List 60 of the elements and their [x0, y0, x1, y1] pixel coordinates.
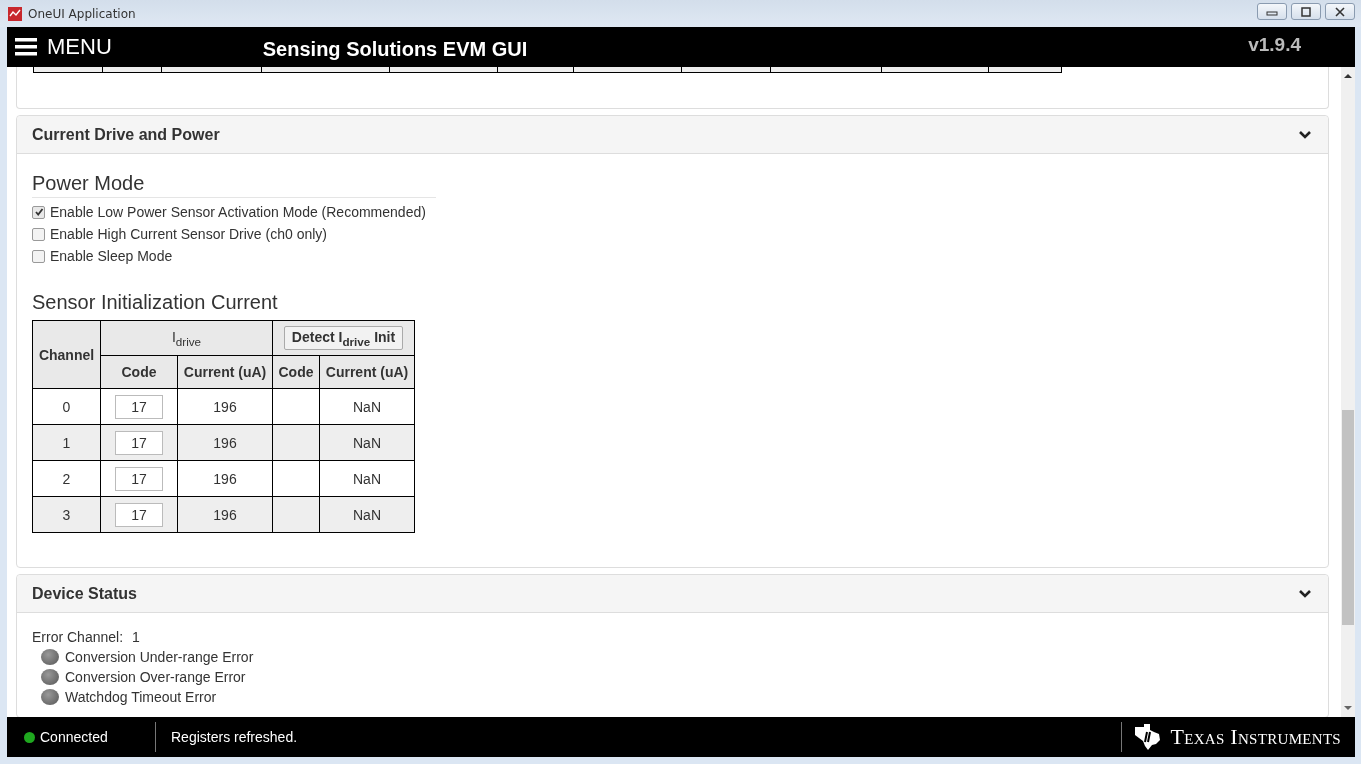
column-header: Current (uA)	[319, 355, 415, 389]
table-cell: 0	[32, 388, 101, 425]
table-cell: 3	[32, 496, 101, 533]
column-header: Current (uA)	[177, 355, 273, 389]
menu-icon	[15, 38, 37, 56]
checkbox[interactable]	[32, 227, 45, 241]
scroll-down-icon[interactable]	[1344, 705, 1352, 711]
status-label: Conversion Under-range Error	[65, 649, 254, 665]
checkbox-label: Enable Low Power Sensor Activation Mode (Recommended)	[50, 204, 426, 220]
version-label: v1.9.4	[1248, 34, 1301, 56]
error-channel-value: 1	[132, 629, 140, 645]
checkbox[interactable]	[32, 205, 45, 219]
code-input[interactable]: 17	[115, 502, 163, 527]
section-heading: Sensor Initialization Current	[32, 291, 279, 314]
column-header: I$_{drive}$	[100, 320, 273, 356]
panel-header[interactable]: Current Drive and Power	[17, 116, 1328, 154]
table-cell: 1	[32, 424, 101, 461]
company-logo-text: Texas Instruments	[1170, 724, 1341, 750]
connection-label: Connected	[40, 729, 108, 745]
code-input[interactable]: 17	[115, 394, 163, 419]
minimize-button[interactable]	[1257, 3, 1287, 20]
table-cell: NaN	[319, 460, 415, 497]
app-title: Sensing Solutions EVM GUI	[262, 38, 528, 61]
state-outline-icon	[1132, 723, 1163, 751]
error-channel-label: Error Channel:	[32, 629, 124, 645]
checkbox[interactable]	[32, 249, 45, 263]
table-cell: NaN	[319, 424, 415, 461]
table-cell: 196	[177, 460, 273, 497]
section-heading: Power Mode	[32, 172, 436, 198]
restore-button[interactable]	[1291, 3, 1321, 20]
column-header: Code	[272, 355, 320, 389]
menu-button[interactable]: MENU	[7, 34, 112, 60]
panel-header[interactable]: Device Status	[17, 575, 1328, 613]
column-header: Code	[100, 355, 178, 389]
table-cell: 2	[32, 460, 101, 497]
code-input[interactable]: 17	[115, 466, 163, 491]
checkbox-label: Enable High Current Sensor Drive (ch0 only)	[50, 226, 327, 242]
status-label: Watchdog Timeout Error	[65, 689, 217, 705]
close-button[interactable]	[1325, 3, 1355, 20]
table-cell: NaN	[319, 496, 415, 533]
status-message: Registers refreshed.	[170, 729, 298, 745]
maximize-icon	[1300, 6, 1312, 17]
panel-title: Device Status	[32, 584, 137, 603]
chevron-icon[interactable]	[1298, 588, 1312, 599]
table-cell: 196	[177, 496, 273, 533]
checkbox-label: Enable Sleep Mode	[50, 248, 173, 264]
status-label: Conversion Over-range Error	[65, 669, 246, 685]
code-input[interactable]: 17	[115, 430, 163, 455]
table-cell: 196	[177, 388, 273, 425]
window-title: OneUI Application	[28, 6, 136, 21]
detect-button[interactable]: Detect I$_{drive}$ Init	[283, 325, 404, 351]
table-cell: 196	[177, 424, 273, 461]
column-header: Channel	[32, 320, 101, 389]
scroll-up-icon[interactable]	[1344, 73, 1352, 79]
table-cell: NaN	[319, 388, 415, 425]
panel-title: Current Drive and Power	[32, 125, 220, 144]
close-icon	[1334, 6, 1346, 17]
app-icon	[8, 6, 22, 21]
scrollbar[interactable]	[1341, 67, 1355, 717]
chevron-icon[interactable]	[1298, 129, 1312, 140]
